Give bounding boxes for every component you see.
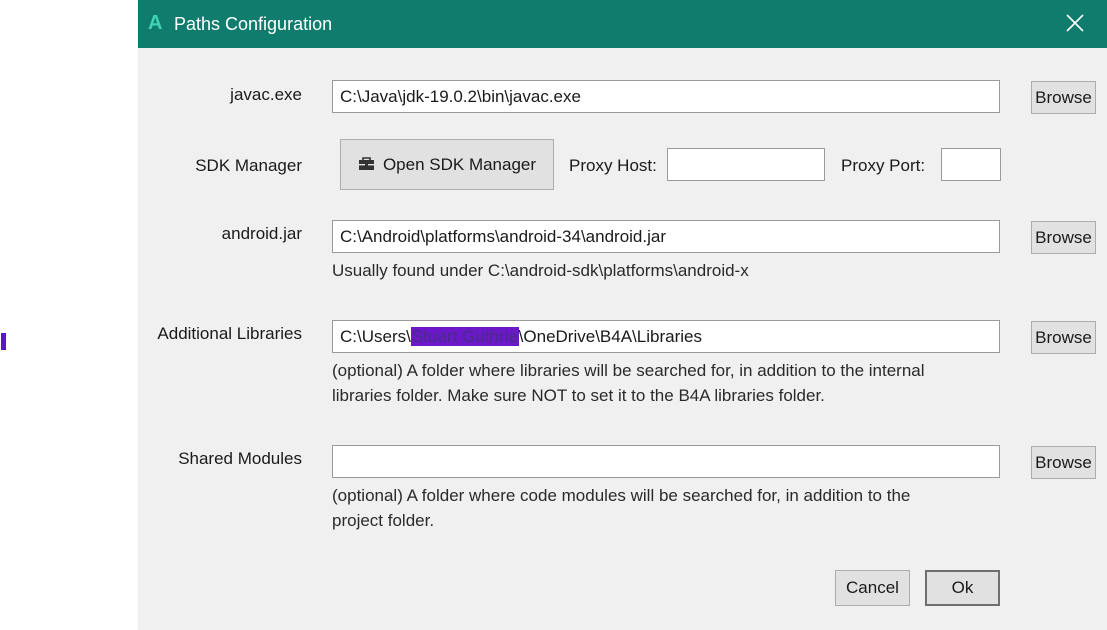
proxy-host-label: Proxy Host: (569, 156, 657, 175)
ok-button[interactable]: Ok (925, 570, 1000, 606)
shared-modules-label: Shared Modules (178, 449, 302, 468)
shared-modules-hint-line1: (optional) A folder where code modules w… (332, 486, 911, 505)
side-marker (1, 333, 6, 350)
additional-libraries-label: Additional Libraries (157, 324, 302, 343)
android-jar-label: android.jar (221, 224, 302, 243)
open-sdk-manager-button[interactable]: Open SDK Manager (340, 139, 554, 190)
additional-libraries-hint-line2: libraries folder. Make sure NOT to set i… (332, 386, 825, 405)
shared-modules-hint-line2: project folder. (332, 511, 435, 530)
javac-browse-button[interactable]: Browse (1031, 81, 1096, 114)
path-suffix: \OneDrive\B4A\Libraries (518, 327, 702, 346)
path-prefix: C:\Users\ (340, 327, 411, 346)
sdk-manager-label: SDK Manager (195, 156, 302, 175)
cancel-button[interactable]: Cancel (835, 570, 910, 606)
javac-label: javac.exe (230, 85, 302, 104)
proxy-host-input[interactable] (667, 148, 825, 181)
paths-configuration-dialog: A Paths Configuration javac.exe Browse S… (138, 0, 1107, 630)
redacted-username: Stuart Guthrie (410, 327, 519, 346)
javac-path-input[interactable] (332, 80, 1000, 113)
dialog-title: Paths Configuration (174, 14, 333, 34)
open-sdk-manager-label: Open SDK Manager (382, 155, 537, 174)
proxy-port-input[interactable] (941, 148, 1001, 181)
additional-libraries-hint-line1: (optional) A folder where libraries will… (332, 361, 925, 380)
android-jar-browse-button[interactable]: Browse (1031, 221, 1096, 254)
title-bar: A Paths Configuration (138, 0, 1107, 48)
additional-libraries-path-input[interactable]: C:\Users\Stuart Guthrie\OneDrive\B4A\Lib… (332, 320, 1000, 353)
shared-modules-browse-button[interactable]: Browse (1031, 446, 1096, 479)
additional-libraries-browse-button[interactable]: Browse (1031, 321, 1096, 354)
app-logo-icon: A (148, 12, 163, 34)
shared-modules-path-input[interactable] (332, 445, 1000, 478)
toolbox-icon (358, 157, 374, 171)
close-button[interactable] (1060, 10, 1090, 38)
android-jar-hint: Usually found under C:\android-sdk\platf… (332, 261, 749, 280)
proxy-port-label: Proxy Port: (841, 156, 926, 175)
close-icon (1066, 14, 1084, 32)
android-jar-path-input[interactable] (332, 220, 1000, 253)
